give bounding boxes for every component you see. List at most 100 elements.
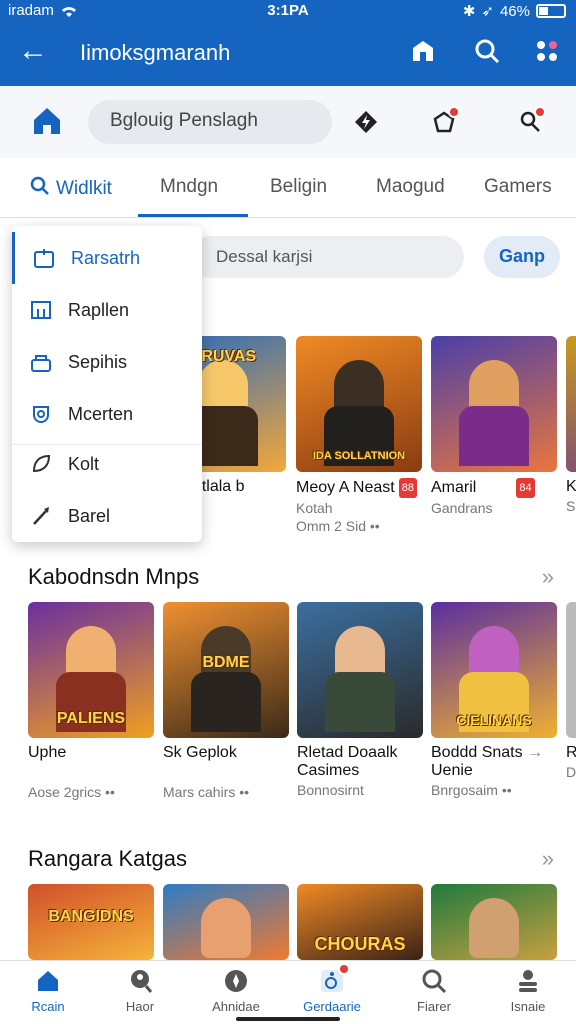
apps-icon[interactable]	[532, 36, 562, 66]
menu-item-label: Rapllen	[68, 299, 130, 320]
game-subtitle: Gandrans	[431, 500, 493, 516]
game-art-title: PALIENS	[56, 710, 126, 727]
more-icon[interactable]: ••	[105, 784, 115, 800]
game-card[interactable]: Rletad Doaalk Casimes Bonnosirnt	[297, 602, 423, 798]
home-icon[interactable]	[30, 104, 64, 138]
notification-icon[interactable]	[424, 102, 464, 142]
game-card[interactable]: CHOURAS	[297, 884, 423, 960]
game-thumbnail: PALIENS	[28, 602, 154, 738]
shop-icon[interactable]	[408, 36, 438, 66]
game-thumbnail: IDA SOLLATNION	[296, 336, 422, 472]
search-icon	[420, 967, 448, 995]
menu-item-label: Kolt	[68, 453, 100, 474]
menu-item-label: Mcerten	[68, 403, 134, 424]
game-card[interactable]: K S	[566, 336, 576, 514]
game-art-title: CIELINANS	[456, 712, 532, 728]
menu-item-label: Rarsatrh	[71, 247, 141, 268]
page-title: Iimoksgmaranh	[80, 40, 231, 65]
game-card[interactable]: IDA SOLLATNION Meoy A Neast 88 Kotah Omm …	[296, 336, 422, 534]
tab-beligin[interactable]: Beligin	[270, 176, 327, 198]
game-card[interactable]	[163, 884, 289, 960]
bottom-nav: Rcain Haor Ahnidae Gerdaarie Fiarer Isna…	[0, 960, 576, 1024]
section-title: Rangara Katgas	[28, 846, 187, 871]
tab-gamers[interactable]: Gamers	[484, 176, 552, 198]
notification-badge	[448, 106, 460, 118]
nav-item-isnaie[interactable]: Isnaie	[488, 967, 568, 1014]
nav-label: Isnaie	[510, 999, 546, 1014]
game-thumbnail: BANGIDNS	[28, 884, 154, 960]
search-input[interactable]: Bglouig Penslagh	[88, 100, 332, 144]
more-icon[interactable]: ••	[239, 784, 249, 800]
game-card[interactable]: BDME Sk Geplok Mars cahirs ••	[163, 602, 289, 800]
bluetooth-icon: ✱	[462, 3, 476, 20]
game-card[interactable]	[431, 884, 557, 960]
menu-item-barel[interactable]: Barel	[12, 490, 202, 542]
nav-item-fiarer[interactable]: Fiarer	[394, 967, 474, 1014]
game-thumbnail: CIELINANS	[431, 602, 557, 738]
filter-button[interactable]: Ganp	[484, 236, 560, 278]
nav-item-gerdaarie[interactable]: Gerdaarie	[292, 963, 372, 1014]
tab-label: Mndgn	[160, 176, 219, 197]
nav-label: Gerdaarie	[303, 999, 361, 1014]
game-thumbnail: CHOURAS	[297, 884, 423, 960]
home-icon	[34, 967, 62, 995]
game-card[interactable]: Amaril 84 Gandrans	[431, 336, 557, 516]
profile-search-icon[interactable]	[510, 102, 550, 142]
dropdown-menu: Rarsatrh Rapllen Sepihis Mcerten Kolt Ba…	[12, 226, 202, 542]
game-title: Amaril 84	[431, 478, 557, 498]
profile-badge	[534, 106, 546, 118]
menu-item-kolt[interactable]: Kolt	[12, 438, 202, 490]
game-title: R	[566, 744, 576, 761]
game-title: K	[566, 478, 576, 495]
rating-badge: 88	[398, 478, 417, 498]
nav-label: Rcain	[31, 999, 65, 1014]
filter-input[interactable]: Dessal karjsi	[190, 236, 464, 278]
game-thumbnail	[163, 884, 289, 960]
shield-icon	[28, 401, 54, 427]
leaf-icon	[28, 451, 54, 477]
nav-badge	[338, 963, 350, 975]
tab-mndgn[interactable]: Mndgn	[160, 176, 218, 198]
game-subtitle: S	[566, 498, 576, 514]
game-card[interactable]: CIELINANS Boddd Snats → Uenie Bnrgosaim …	[431, 602, 557, 798]
game-card[interactable]: BANGIDNS	[28, 884, 154, 960]
game-title: Rletad Doaalk Casimes	[297, 744, 398, 779]
layout-icon	[28, 297, 54, 323]
battery-icon	[536, 4, 566, 18]
game-card[interactable]: R D	[566, 602, 576, 780]
search-row: Bglouig Penslagh	[0, 86, 576, 158]
game-thumbnail	[431, 336, 557, 472]
game-meta-text: Omm 2 Sid	[296, 518, 367, 534]
game-subtitle: Bonnosirnt	[297, 782, 364, 798]
location-icon: ➶	[481, 3, 494, 20]
menu-item-mcerten[interactable]: Mcerten	[12, 388, 202, 440]
more-icon[interactable]: ••	[370, 518, 380, 534]
chevron-right-icon[interactable]: »	[542, 564, 554, 590]
menu-item-rapllen[interactable]: Rapllen	[12, 284, 202, 336]
back-arrow-icon[interactable]: ←	[18, 36, 48, 66]
more-icon[interactable]: ••	[502, 782, 512, 798]
bolt-icon[interactable]	[346, 102, 386, 142]
search-icon[interactable]	[472, 36, 502, 66]
tab-label: Maogud	[376, 176, 445, 197]
menu-item-rarsatrh[interactable]: Rarsatrh	[12, 232, 202, 284]
tab-maogud[interactable]: Maogud	[376, 176, 445, 198]
chevron-right-icon[interactable]: »	[542, 846, 554, 872]
status-bar: iradam 3:1PA ✱ ➶ 46%	[0, 0, 576, 22]
game-thumbnail	[566, 602, 576, 738]
battery-percent: 46%	[499, 2, 530, 20]
tab-widlkit[interactable]: Widlkit	[30, 176, 112, 202]
nav-item-home[interactable]: Rcain	[8, 967, 88, 1014]
brush-icon	[28, 503, 54, 529]
game-title-text: Amaril	[431, 479, 477, 497]
game-meta: Bnrgosaim ••	[431, 782, 557, 798]
menu-item-sepihis[interactable]: Sepihis	[12, 336, 202, 388]
game-thumbnail	[566, 336, 576, 472]
game-title-line2: Uenie	[431, 762, 473, 779]
nav-item-haor[interactable]: Haor	[100, 967, 180, 1014]
nav-item-ahnidae[interactable]: Ahnidae	[196, 967, 276, 1014]
game-art-title: BANGIDNS	[48, 908, 134, 925]
wheelchair-icon	[318, 963, 350, 995]
calendar-icon	[31, 245, 57, 271]
game-card[interactable]: PALIENS Uphe Aose 2grics ••	[28, 602, 154, 800]
